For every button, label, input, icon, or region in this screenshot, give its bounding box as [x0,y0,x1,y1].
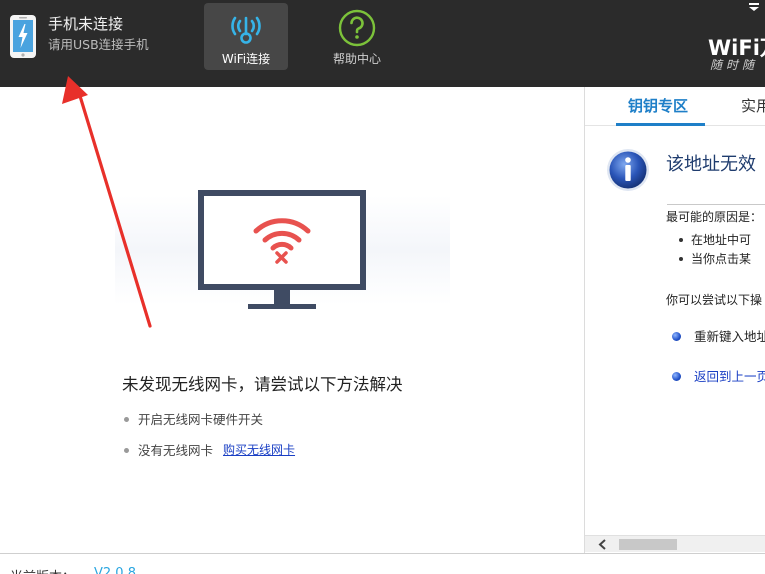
monitor-wifi-error-icon [198,190,366,309]
tip-text: 没有无线网卡 [138,443,214,458]
status-bar: 当前版本： V2.0.8 [0,553,765,574]
horizontal-scrollbar[interactable] [585,535,765,552]
scroll-left-arrow-icon[interactable] [596,538,610,551]
tab-practical[interactable]: 实用 [741,96,765,116]
menu-dropdown-icon[interactable] [747,2,761,12]
reason-item: 当你点击某 [678,252,752,266]
phone-icon [10,15,36,58]
main-content: 未发现无线网卡，请尝试以下方法解决 开启无线网卡硬件开关 没有无线网卡 购买无线… [0,87,584,553]
top-bar: 手机未连接 请用USB连接手机 WiFi连接 帮助中心 WiFi 随时随 [0,0,765,87]
bullet-dot [124,448,129,453]
info-icon [607,149,649,191]
nav-wifi-connect[interactable]: WiFi连接 [204,3,288,70]
brand-slogan: 随时随 [710,58,759,72]
buy-wifi-card-link[interactable]: 购买无线网卡 [223,442,295,459]
phone-status-title: 手机未连接 [48,15,124,33]
bullet-dot [124,417,129,422]
tip-text: 开启无线网卡硬件开关 [138,412,264,427]
nav-wifi-label: WiFi连接 [221,52,271,66]
side-panel: 钥钥专区 实用 该地址无效 最可能的原因是： 在地址中可 当你点击某 你可以尝试… [584,87,765,553]
reason-intro: 最可能的原因是： [666,210,763,224]
phone-connection-status[interactable]: 手机未连接 请用USB连接手机 [8,14,149,60]
invalid-address-title: 该地址无效 [666,154,756,175]
title-divider [667,204,765,205]
no-wifi-card-message: 未发现无线网卡，请尝试以下方法解决 [122,375,403,394]
version-value: V2.0.8 [94,566,136,574]
scrollbar-thumb[interactable] [619,539,677,550]
version-label: 当前版本： [10,566,75,574]
wifi-signal-icon [231,16,261,44]
phone-status-subtitle: 请用USB连接手机 [48,37,149,52]
tip-item: 没有无线网卡 购买无线网卡 [124,442,295,459]
try-intro: 你可以尝试以下操 [666,293,763,307]
reason-item: 在地址中可 [678,233,752,247]
tab-key-zone[interactable]: 钥钥专区 [628,96,688,116]
retype-address-action: 重新键入地址 [671,328,765,345]
active-tab-indicator [616,123,705,126]
tip-item: 开启无线网卡硬件开关 [124,411,263,428]
go-back-link[interactable]: 返回到上一页 [671,368,765,385]
nav-help-center[interactable]: 帮助中心 [315,3,399,70]
side-panel-tabs: 钥钥专区 实用 [585,87,765,126]
question-mark-icon [338,9,376,47]
app-window: 手机未连接 请用USB连接手机 WiFi连接 帮助中心 WiFi 随时随 未发现… [0,0,765,574]
nav-help-label: 帮助中心 [332,52,381,66]
